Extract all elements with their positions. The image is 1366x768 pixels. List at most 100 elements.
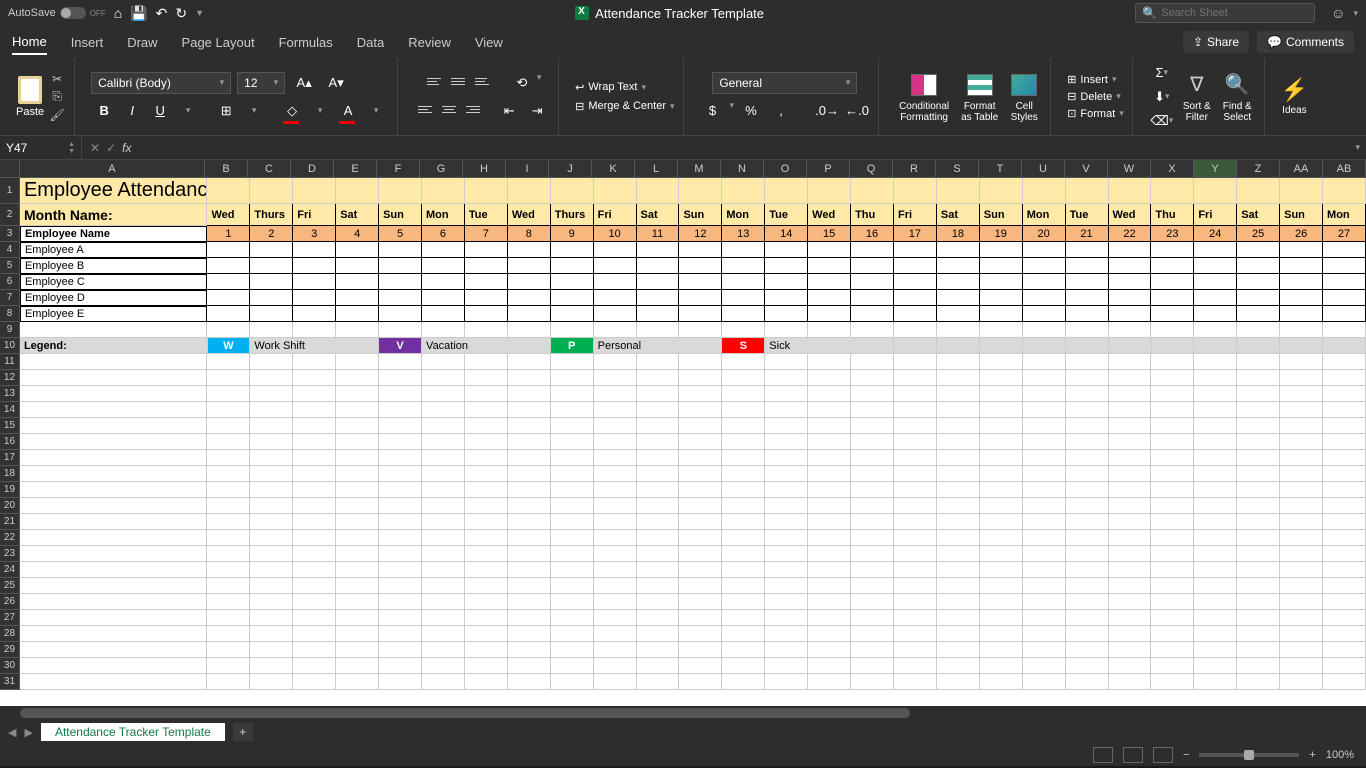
cell[interactable]: Month Name: <box>20 204 208 226</box>
cell[interactable] <box>1280 338 1323 354</box>
cell[interactable] <box>1194 626 1237 642</box>
decrease-decimal-icon[interactable]: ←.0 <box>844 100 870 122</box>
cell[interactable] <box>765 610 808 626</box>
cell[interactable] <box>336 370 379 386</box>
cell[interactable] <box>1280 626 1323 642</box>
align-bottom-icon[interactable] <box>471 72 493 92</box>
col-header[interactable]: H <box>463 160 506 178</box>
cell[interactable] <box>765 354 808 370</box>
cell[interactable] <box>20 418 208 434</box>
cell[interactable] <box>765 386 808 402</box>
cell[interactable]: Wed <box>1109 204 1152 226</box>
cell[interactable] <box>937 578 980 594</box>
cell[interactable]: Employee Name <box>20 226 208 242</box>
cell[interactable] <box>379 530 422 546</box>
cell[interactable] <box>937 482 980 498</box>
cell[interactable] <box>293 594 336 610</box>
cell[interactable] <box>1023 466 1066 482</box>
cell[interactable] <box>508 514 551 530</box>
cell[interactable] <box>1237 498 1280 514</box>
cell[interactable] <box>336 658 379 674</box>
cell[interactable] <box>765 562 808 578</box>
cell[interactable] <box>207 306 250 322</box>
cell[interactable] <box>336 274 379 290</box>
cell[interactable]: 25 <box>1237 226 1280 242</box>
cell[interactable] <box>551 178 594 204</box>
cell[interactable] <box>594 530 637 546</box>
cell[interactable] <box>207 642 250 658</box>
cell[interactable] <box>1066 658 1109 674</box>
cell[interactable] <box>379 242 422 258</box>
cell[interactable] <box>1280 482 1323 498</box>
cell[interactable] <box>422 498 465 514</box>
cell[interactable] <box>937 418 980 434</box>
cell[interactable] <box>293 258 336 274</box>
cell[interactable] <box>765 402 808 418</box>
cell[interactable] <box>1194 434 1237 450</box>
cell[interactable] <box>722 306 765 322</box>
formula-input[interactable] <box>139 136 1349 159</box>
cell[interactable] <box>551 658 594 674</box>
cell[interactable] <box>808 290 851 306</box>
cell[interactable] <box>1066 498 1109 514</box>
cell[interactable] <box>1151 370 1194 386</box>
cell[interactable]: 1 <box>207 226 250 242</box>
cell[interactable] <box>980 354 1023 370</box>
cell[interactable] <box>894 450 937 466</box>
cell[interactable]: 20 <box>1023 226 1066 242</box>
cell[interactable] <box>1066 386 1109 402</box>
cell[interactable] <box>594 674 637 690</box>
cell[interactable] <box>1151 306 1194 322</box>
cell[interactable] <box>765 274 808 290</box>
cell[interactable] <box>1151 514 1194 530</box>
cell[interactable] <box>722 658 765 674</box>
cell[interactable] <box>20 434 208 450</box>
cell[interactable] <box>336 418 379 434</box>
col-header[interactable]: Y <box>1194 160 1237 178</box>
col-header[interactable]: O <box>764 160 807 178</box>
cell[interactable] <box>1109 642 1152 658</box>
cell[interactable] <box>894 274 937 290</box>
cell[interactable] <box>465 418 508 434</box>
cell[interactable] <box>422 258 465 274</box>
cell[interactable] <box>293 370 336 386</box>
sheet-nav-right-icon[interactable]: ▶ <box>24 726 32 739</box>
cell[interactable] <box>1151 258 1194 274</box>
cell[interactable] <box>1194 530 1237 546</box>
delete-cells-button[interactable]: ⊟Delete▾ <box>1067 90 1124 103</box>
cell[interactable] <box>379 498 422 514</box>
cell[interactable] <box>508 242 551 258</box>
cell[interactable] <box>250 562 293 578</box>
cell[interactable] <box>1237 322 1280 338</box>
cell[interactable] <box>980 450 1023 466</box>
cell[interactable] <box>1194 258 1237 274</box>
cell[interactable] <box>722 498 765 514</box>
cell[interactable] <box>1023 562 1066 578</box>
cell[interactable] <box>207 658 250 674</box>
cell[interactable] <box>851 594 894 610</box>
cell[interactable] <box>637 242 680 258</box>
cell[interactable] <box>637 594 680 610</box>
cell[interactable] <box>465 274 508 290</box>
cell[interactable] <box>851 322 894 338</box>
col-header[interactable]: V <box>1065 160 1108 178</box>
cell[interactable] <box>1109 610 1152 626</box>
cell[interactable] <box>765 434 808 450</box>
cell[interactable] <box>722 514 765 530</box>
cell[interactable] <box>851 386 894 402</box>
cell[interactable] <box>336 290 379 306</box>
cell[interactable] <box>1151 642 1194 658</box>
cell[interactable]: 26 <box>1280 226 1323 242</box>
cell[interactable] <box>594 418 637 434</box>
cell[interactable] <box>679 418 722 434</box>
cell[interactable] <box>637 274 680 290</box>
copy-icon[interactable]: ⎘ <box>48 89 66 105</box>
cell[interactable]: Sun <box>1280 204 1323 226</box>
cell[interactable] <box>207 274 250 290</box>
cell[interactable] <box>465 258 508 274</box>
cell[interactable] <box>422 594 465 610</box>
cell[interactable]: 24 <box>1194 226 1237 242</box>
cell[interactable] <box>207 450 250 466</box>
cell[interactable] <box>551 242 594 258</box>
cell[interactable] <box>937 242 980 258</box>
